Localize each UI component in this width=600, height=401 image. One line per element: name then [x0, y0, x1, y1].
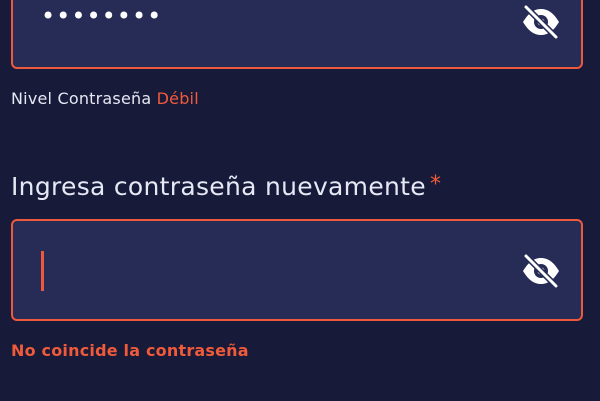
password-form: •••••••• Nivel Contraseña Débil Ingresa … — [0, 0, 600, 401]
toggle-confirm-password-visibility-button[interactable] — [519, 251, 563, 291]
password-strength-value: Débil — [156, 89, 199, 108]
toggle-password-visibility-button[interactable] — [519, 2, 563, 42]
password-mismatch-error: No coincide la contraseña — [11, 341, 249, 360]
confirm-password-label: Ingresa contraseña nuevamente * — [11, 172, 441, 201]
password-field[interactable]: •••••••• — [11, 0, 583, 69]
text-cursor — [41, 251, 44, 291]
confirm-password-field[interactable] — [11, 219, 583, 321]
eye-slash-icon — [523, 4, 559, 40]
password-strength-label: Nivel Contraseña — [11, 89, 152, 108]
password-masked-value: •••••••• — [41, 2, 163, 30]
confirm-password-label-text: Ingresa contraseña nuevamente — [11, 172, 426, 201]
required-marker: * — [429, 172, 442, 197]
password-strength: Nivel Contraseña Débil — [11, 89, 199, 108]
eye-slash-icon — [523, 253, 559, 289]
